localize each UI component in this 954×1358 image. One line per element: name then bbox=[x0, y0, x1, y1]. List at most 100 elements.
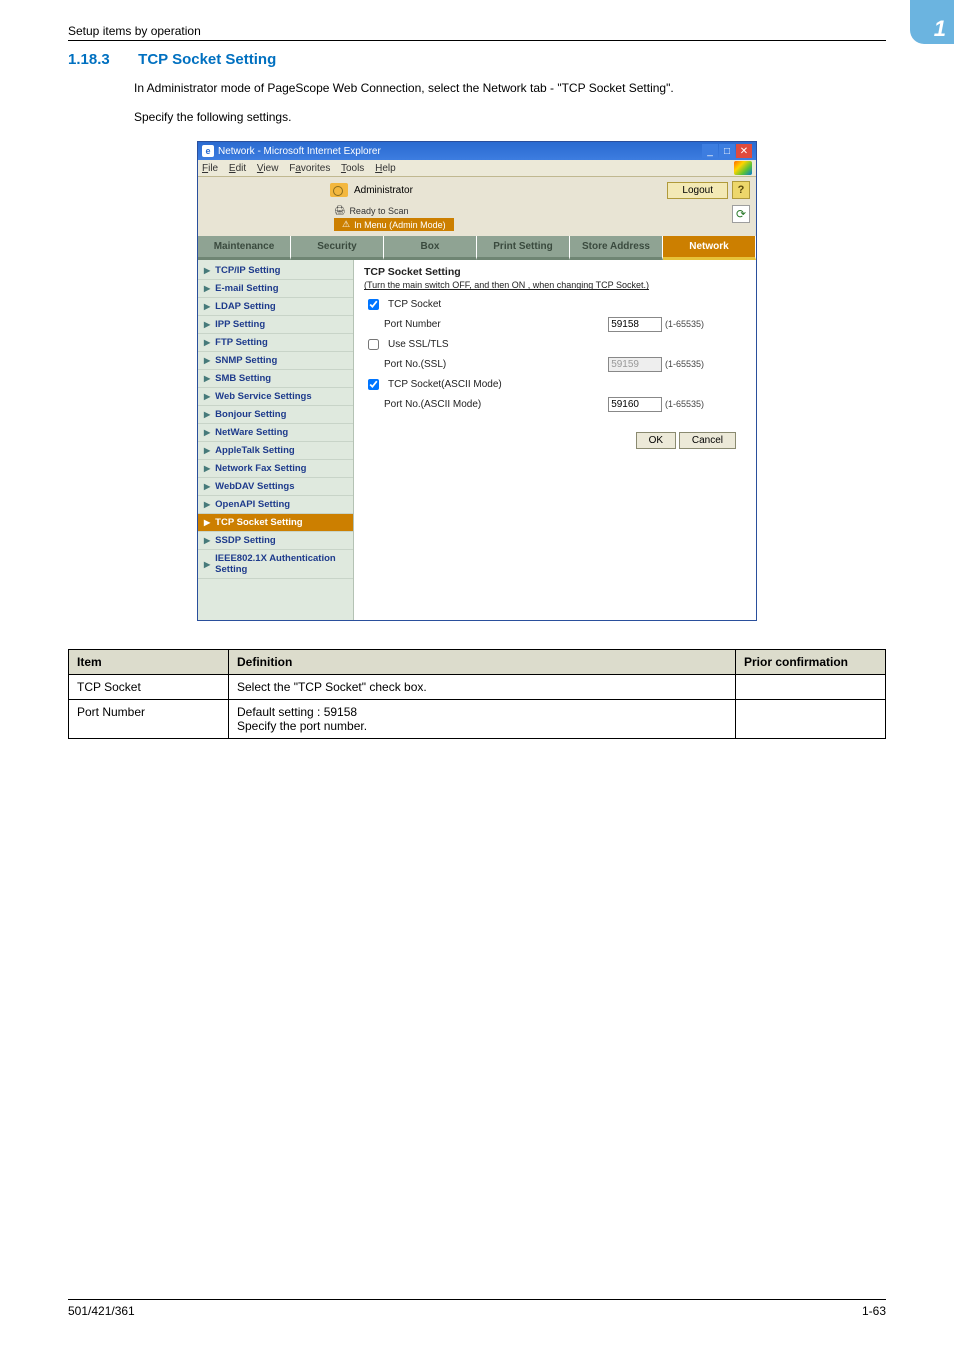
triangle-icon: ▶ bbox=[204, 446, 210, 455]
triangle-icon: ▶ bbox=[204, 464, 210, 473]
mode-text: In Menu (Admin Mode) bbox=[354, 220, 446, 230]
tab-box[interactable]: Box bbox=[384, 236, 477, 260]
triangle-icon: ▶ bbox=[204, 560, 210, 569]
sidebar-item-snmp[interactable]: ▶SNMP Setting bbox=[198, 352, 353, 370]
sidebar-item-openapi[interactable]: ▶OpenAPI Setting bbox=[198, 496, 353, 514]
sidebar-item-ftp[interactable]: ▶ FTP Setting bbox=[198, 334, 353, 352]
tab-network[interactable]: Network bbox=[663, 236, 756, 260]
triangle-icon: ▶ bbox=[204, 392, 210, 401]
help-button[interactable]: ? bbox=[732, 181, 750, 199]
tcp-socket-label: TCP Socket bbox=[388, 299, 441, 310]
ie-window: e Network - Microsoft Internet Explorer … bbox=[197, 141, 757, 621]
logout-button[interactable]: Logout bbox=[667, 182, 728, 199]
main-pane: TCP Socket Setting (Turn the main switch… bbox=[354, 260, 756, 620]
sidebar-item-ipp[interactable]: ▶IPP Setting bbox=[198, 316, 353, 334]
triangle-icon: ▶ bbox=[204, 536, 210, 545]
triangle-icon: ▶ bbox=[204, 428, 210, 437]
sidebar-item-label: SSDP Setting bbox=[215, 535, 276, 546]
port-ascii-range: (1-65535) bbox=[665, 399, 704, 409]
triangle-icon: ▶ bbox=[204, 284, 210, 293]
ascii-mode-checkbox[interactable] bbox=[368, 379, 379, 390]
section-line-1: In Administrator mode of PageScope Web C… bbox=[134, 79, 886, 98]
table-cell bbox=[736, 675, 886, 700]
tcp-socket-checkbox[interactable] bbox=[368, 299, 379, 310]
sidebar-item-label: LDAP Setting bbox=[215, 301, 276, 312]
printer-icon: 🖨 bbox=[334, 205, 345, 216]
port-number-label: Port Number bbox=[384, 319, 441, 330]
tab-maintenance[interactable]: Maintenance bbox=[198, 236, 291, 260]
close-button[interactable]: ✕ bbox=[736, 144, 752, 158]
sidebar-item-ssdp[interactable]: ▶ SSDP Setting bbox=[198, 532, 353, 550]
use-ssl-checkbox[interactable] bbox=[368, 339, 379, 350]
sidebar-item-tcpip[interactable]: ▶TCP/IP Setting bbox=[198, 262, 353, 280]
sidebar-item-ldap[interactable]: ▶ LDAP Setting bbox=[198, 298, 353, 316]
menu-file[interactable]: File bbox=[202, 163, 218, 174]
table-cell bbox=[736, 700, 886, 739]
tab-print-setting[interactable]: Print Setting bbox=[477, 236, 570, 260]
admin-label: Administrator bbox=[354, 185, 413, 196]
triangle-icon: ▶ bbox=[204, 410, 210, 419]
maximize-button[interactable]: □ bbox=[719, 144, 735, 158]
sidebar-item-bonjour[interactable]: ▶Bonjour Setting bbox=[198, 406, 353, 424]
menu-help[interactable]: Help bbox=[375, 163, 396, 174]
triangle-icon: ▶ bbox=[204, 500, 210, 509]
ok-button[interactable]: OK bbox=[636, 432, 676, 449]
refresh-button[interactable]: ⟳ bbox=[732, 205, 750, 223]
admin-icon bbox=[330, 183, 348, 197]
ie-throbber-icon bbox=[734, 161, 752, 175]
menu-edit[interactable]: Edit bbox=[229, 163, 246, 174]
table-row: Port Number Default setting : 59158 Spec… bbox=[69, 700, 886, 739]
footer-right: 1-63 bbox=[862, 1304, 886, 1318]
sidebar-item-webdav[interactable]: ▶WebDAV Settings bbox=[198, 478, 353, 496]
menu-tools[interactable]: Tools bbox=[341, 163, 364, 174]
table-header-definition: Definition bbox=[229, 650, 736, 675]
triangle-icon: ▶ bbox=[204, 482, 210, 491]
footer-left: 501/421/361 bbox=[68, 1304, 135, 1318]
page-footer: 501/421/361 1-63 bbox=[68, 1299, 886, 1318]
cancel-button[interactable]: Cancel bbox=[679, 432, 736, 449]
tab-store-address[interactable]: Store Address bbox=[570, 236, 663, 260]
use-ssl-label: Use SSL/TLS bbox=[388, 339, 449, 350]
table-row: TCP Socket Select the "TCP Socket" check… bbox=[69, 675, 886, 700]
sidebar-item-label: SNMP Setting bbox=[215, 355, 277, 366]
sidebar-item-label: AppleTalk Setting bbox=[215, 445, 295, 456]
chapter-number: 1 bbox=[934, 16, 946, 42]
ie-logo-icon: e bbox=[202, 145, 214, 157]
sidebar-item-label: FTP Setting bbox=[215, 337, 268, 348]
section-number: 1.18.3 bbox=[68, 51, 110, 68]
sidebar-item-label: Web Service Settings bbox=[215, 391, 311, 402]
port-ssl-range: (1-65535) bbox=[665, 359, 704, 369]
tab-row: Maintenance Security Box Print Setting S… bbox=[198, 236, 756, 260]
sidebar-item-label: NetWare Setting bbox=[215, 427, 288, 438]
sidebar-item-networkfax[interactable]: ▶Network Fax Setting bbox=[198, 460, 353, 478]
window-title: Network - Microsoft Internet Explorer bbox=[218, 146, 381, 157]
sidebar-item-appletalk[interactable]: ▶ AppleTalk Setting bbox=[198, 442, 353, 460]
triangle-icon: ▶ bbox=[204, 338, 210, 347]
sidebar-item-label: SMB Setting bbox=[215, 373, 271, 384]
port-ascii-input[interactable] bbox=[608, 397, 662, 412]
menu-view[interactable]: View bbox=[257, 163, 279, 174]
triangle-icon: ▶ bbox=[204, 320, 210, 329]
table-cell: Select the "TCP Socket" check box. bbox=[229, 675, 736, 700]
sidebar-item-webservice[interactable]: ▶ Web Service Settings bbox=[198, 388, 353, 406]
minimize-button[interactable]: _ bbox=[702, 144, 718, 158]
table-header-item: Item bbox=[69, 650, 229, 675]
ie-menubar: File Edit View Favorites Tools Help bbox=[198, 160, 756, 177]
menu-favorites[interactable]: Favorites bbox=[289, 163, 330, 174]
sidebar-item-tcpsocket[interactable]: ▶ TCP Socket Setting bbox=[198, 514, 353, 532]
sidebar-item-email[interactable]: ▶E-mail Setting bbox=[198, 280, 353, 298]
sidebar-item-ieee8021x[interactable]: ▶IEEE802.1X Authentication Setting bbox=[198, 550, 353, 579]
sidebar-item-netware[interactable]: ▶ NetWare Setting bbox=[198, 424, 353, 442]
port-number-input[interactable] bbox=[608, 317, 662, 332]
tab-security[interactable]: Security bbox=[291, 236, 384, 260]
table-cell: TCP Socket bbox=[69, 675, 229, 700]
triangle-icon: ▶ bbox=[204, 518, 210, 527]
admin-bar: Administrator Logout ? bbox=[198, 177, 756, 203]
port-ssl-label: Port No.(SSL) bbox=[384, 359, 446, 370]
sidebar-item-label: TCP Socket Setting bbox=[215, 517, 302, 528]
triangle-icon: ▶ bbox=[204, 302, 210, 311]
definition-table: Item Definition Prior confirmation TCP S… bbox=[68, 649, 886, 739]
port-ascii-label: Port No.(ASCII Mode) bbox=[384, 399, 481, 410]
chapter-badge: 1 bbox=[910, 0, 954, 44]
sidebar-item-smb[interactable]: ▶SMB Setting bbox=[198, 370, 353, 388]
